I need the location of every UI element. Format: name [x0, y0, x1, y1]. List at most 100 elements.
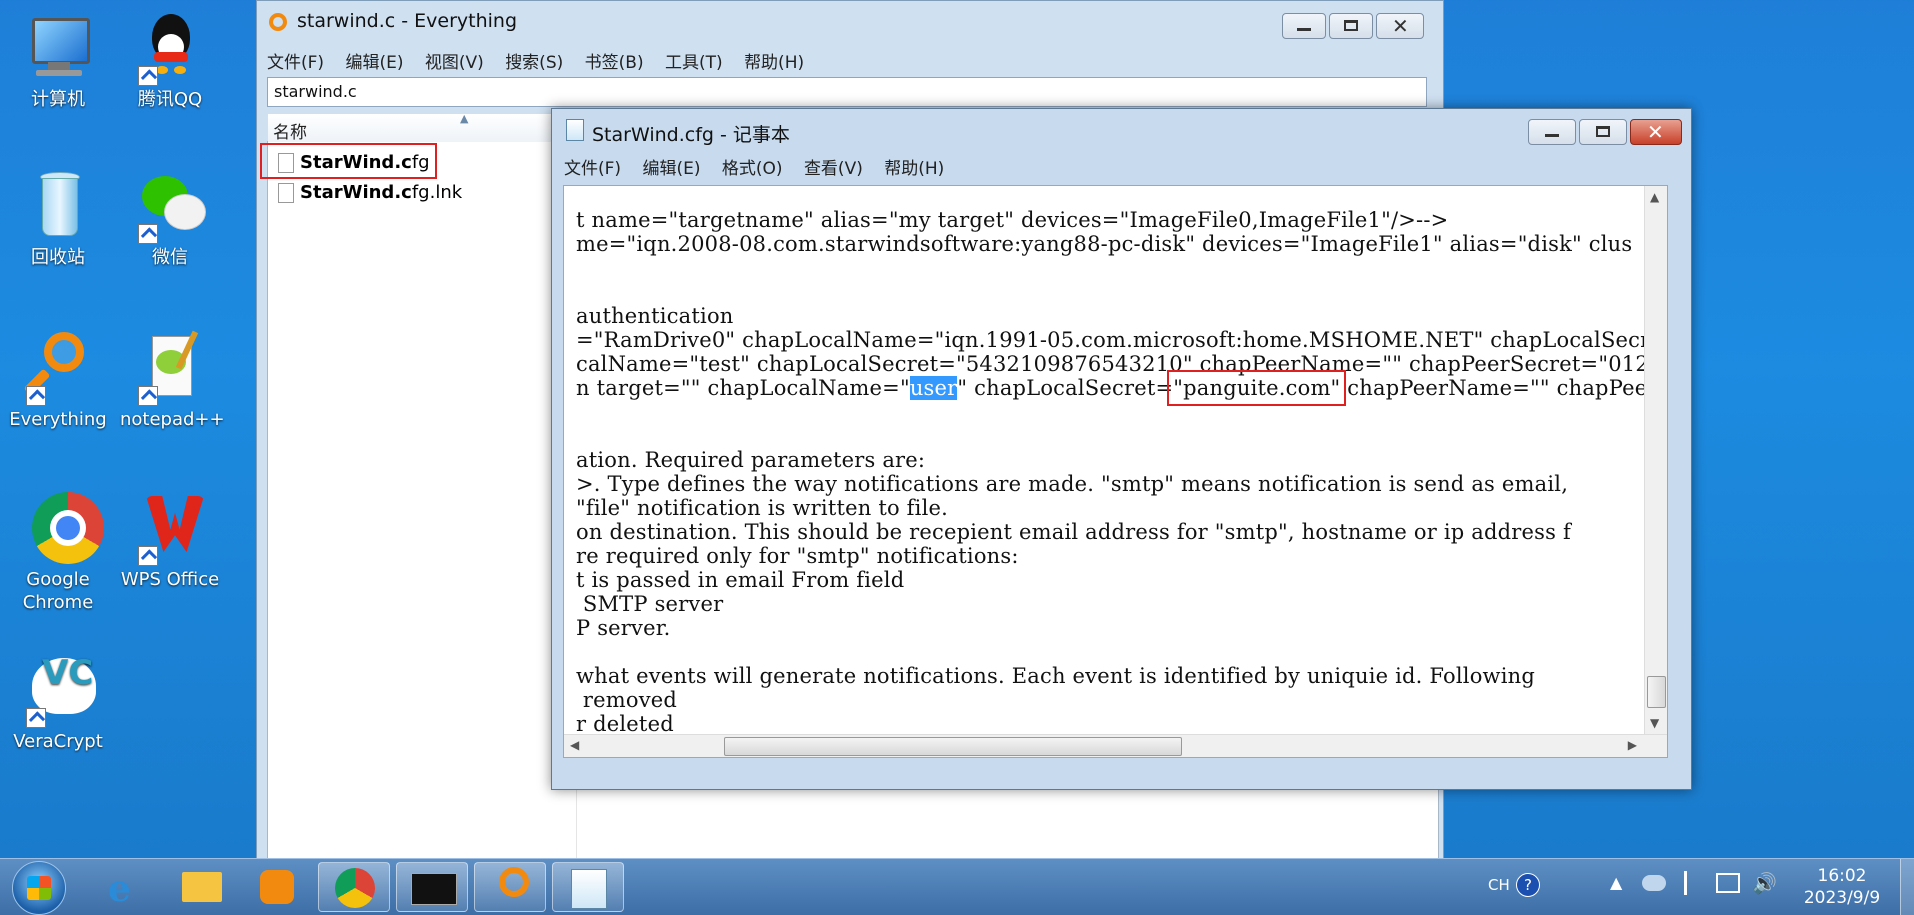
result-row[interactable]: StarWind.cfg.lnk — [270, 180, 570, 206]
menu-view[interactable]: 视图(V) — [425, 53, 484, 73]
menu-help[interactable]: 帮助(H) — [744, 53, 804, 73]
minimize-button[interactable] — [1528, 119, 1576, 145]
result-name-match: StarWind.c — [300, 182, 412, 203]
qq-penguin-icon — [132, 10, 208, 86]
text-segment: " chapLocalSecret= — [957, 376, 1174, 400]
text-line: on destination. This should be recepient… — [576, 520, 1571, 544]
menu-file[interactable]: 文件(F) — [564, 159, 621, 179]
text-line: calName="test" chapLocalSecret="54321098… — [576, 352, 1668, 376]
horizontal-scroll-thumb[interactable] — [724, 737, 1182, 756]
everything-titlebar[interactable]: starwind.c - Everything ✕ — [257, 1, 1443, 39]
desktop-icon-wechat[interactable]: 微信 — [120, 168, 220, 269]
desktop-icon-label: Google Chrome — [22, 569, 94, 613]
sort-ascending-icon: ▲ — [460, 112, 469, 125]
desktop-icon-label: Everything — [9, 409, 107, 430]
close-button[interactable]: ✕ — [1376, 13, 1424, 39]
action-center-flag-icon[interactable] — [1684, 871, 1707, 895]
horizontal-scrollbar[interactable]: ◀ ▶ — [564, 734, 1667, 757]
close-button[interactable]: ✕ — [1630, 119, 1682, 145]
desktop-icon-label: VeraCrypt — [13, 731, 103, 752]
menu-edit[interactable]: 编辑(E) — [642, 159, 700, 179]
veracrypt-icon: VC — [20, 652, 96, 728]
taskbar-ie[interactable]: e — [90, 862, 162, 912]
column-header-label: 名称 — [273, 123, 307, 143]
help-icon[interactable]: ? — [1516, 873, 1540, 897]
menu-edit[interactable]: 编辑(E) — [345, 53, 403, 73]
desktop-icon-label: 回收站 — [31, 247, 85, 268]
scroll-down-icon[interactable]: ▼ — [1650, 716, 1659, 730]
vertical-scroll-thumb[interactable] — [1647, 676, 1666, 708]
text-line: ation. Required parameters are: — [576, 448, 926, 472]
vertical-scrollbar[interactable]: ▲ ▼ — [1644, 186, 1667, 735]
menu-search[interactable]: 搜索(S) — [505, 53, 563, 73]
result-name-rest: fg.lnk — [411, 182, 463, 203]
show-hidden-icons-icon[interactable]: ▲ — [1610, 873, 1622, 892]
maximize-button[interactable] — [1579, 119, 1627, 145]
notepad-text-area[interactable]: t name="targetname" alias="my target" de… — [563, 185, 1668, 758]
menu-view[interactable]: 查看(V) — [804, 159, 863, 179]
taskbar-cmd[interactable] — [396, 862, 468, 912]
menu-bookmarks[interactable]: 书签(B) — [585, 53, 644, 73]
text-line-chap-secret: n target="" chapLocalName="user" chapLoc… — [576, 370, 1668, 406]
taskbar-notepad[interactable] — [552, 862, 624, 912]
maximize-icon — [1596, 126, 1610, 137]
minimize-button[interactable] — [1282, 13, 1326, 39]
scroll-up-icon[interactable]: ▲ — [1650, 190, 1659, 204]
menu-file[interactable]: 文件(F) — [267, 53, 324, 73]
windows-logo-icon — [27, 876, 51, 900]
wps-office-icon — [132, 490, 208, 566]
menu-tools[interactable]: 工具(T) — [665, 53, 723, 73]
start-button[interactable] — [12, 861, 66, 915]
desktop-icon-recycle-bin[interactable]: 回收站 — [8, 168, 108, 269]
scroll-right-icon[interactable]: ▶ — [1628, 738, 1637, 752]
cloud-icon[interactable] — [1642, 875, 1666, 891]
text-line: ="RamDrive0" chapLocalName="iqn.1991-05.… — [576, 328, 1668, 352]
text-line: SMTP server — [576, 592, 724, 616]
text-segment: chapPeerName="" chapPeerSec — [1340, 376, 1668, 400]
desktop-icon-label: 微信 — [152, 247, 188, 268]
shortcut-file-icon — [278, 183, 294, 203]
search-input[interactable]: starwind.c — [267, 77, 1427, 107]
text-line: removed — [576, 688, 678, 712]
menu-format[interactable]: 格式(O) — [722, 159, 783, 179]
desktop-icon-computer[interactable]: 计算机 — [8, 10, 108, 111]
minimize-icon — [1297, 28, 1311, 31]
everything-menubar: 文件(F) 编辑(E) 视图(V) 搜索(S) 书签(B) 工具(T) 帮助(H… — [267, 48, 1433, 73]
close-icon: ✕ — [1392, 14, 1409, 38]
desktop-icon-wps[interactable]: WPS Office — [120, 490, 220, 591]
text-line: "file" notification is written to file. — [576, 496, 948, 520]
text-line: >. Type defines the way notifications ar… — [576, 472, 1569, 496]
window-title: StarWind.cfg - 记事本 — [592, 124, 790, 146]
taskbar-chrome[interactable] — [318, 862, 390, 912]
network-icon[interactable] — [1716, 873, 1740, 893]
volume-icon[interactable]: 🔊 — [1752, 871, 1777, 895]
desktop-icon-notepadpp[interactable]: notepad++ — [120, 330, 225, 431]
taskbar-explorer[interactable] — [166, 862, 238, 912]
text-line: t is passed in email From field — [576, 568, 905, 592]
input-language-indicator[interactable]: CH — [1488, 876, 1510, 894]
clock[interactable]: 16:02 2023/9/9 — [1792, 865, 1892, 909]
menu-help[interactable]: 帮助(H) — [884, 159, 944, 179]
recycle-bin-icon — [20, 168, 96, 244]
notepad-menubar: 文件(F) 编辑(E) 格式(O) 查看(V) 帮助(H) — [564, 154, 1681, 179]
maximize-button[interactable] — [1329, 13, 1373, 39]
window-title: starwind.c - Everything — [297, 10, 518, 32]
taskbar-everything[interactable] — [474, 862, 546, 912]
desktop-icon-qq[interactable]: 腾讯QQ — [120, 10, 220, 111]
selected-text: user — [909, 376, 958, 400]
clock-time: 16:02 — [1817, 866, 1867, 886]
shortcut-arrow-icon — [138, 224, 158, 244]
highlighted-secret: "panguite.com" — [1167, 370, 1347, 406]
column-header-name[interactable]: 名称 ▲ — [268, 112, 559, 143]
show-desktop-button[interactable] — [1900, 859, 1914, 915]
notepad-window[interactable]: StarWind.cfg - 记事本 ✕ 文件(F) 编辑(E) 格式(O) 查… — [551, 108, 1692, 790]
taskbar-media-player[interactable] — [242, 862, 314, 912]
desktop-icon-everything[interactable]: Everything — [8, 330, 108, 431]
magnifier-icon — [499, 867, 529, 897]
desktop-icon-chrome[interactable]: Google Chrome — [8, 490, 108, 614]
notepad-titlebar[interactable]: StarWind.cfg - 记事本 ✕ — [552, 109, 1691, 147]
command-prompt-icon — [411, 873, 457, 905]
text-line: r deleted — [576, 712, 674, 736]
scroll-left-icon[interactable]: ◀ — [570, 738, 579, 752]
desktop-icon-veracrypt[interactable]: VC VeraCrypt — [8, 652, 108, 753]
